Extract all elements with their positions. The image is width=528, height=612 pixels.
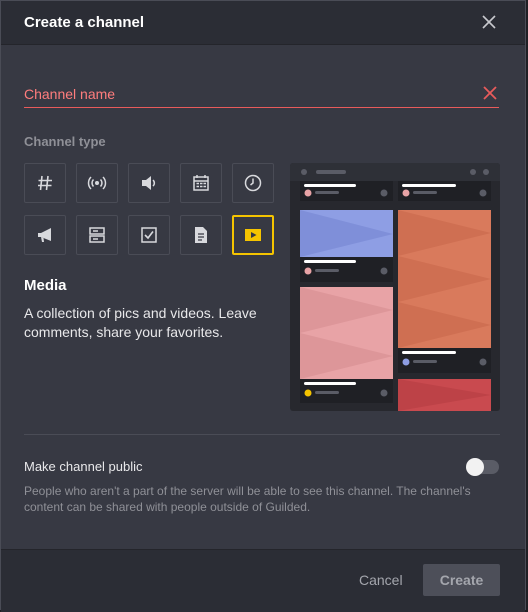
channel-type-voice-button[interactable] — [128, 163, 170, 203]
dialog-footer: Cancel Create — [1, 549, 525, 612]
clear-input-icon[interactable] — [482, 85, 498, 101]
toggle-knob — [466, 458, 484, 476]
list-icon — [89, 227, 105, 243]
media-channel-preview — [290, 163, 500, 411]
broadcast-icon — [87, 176, 107, 190]
channel-type-scheduling-button[interactable] — [232, 163, 274, 203]
close-icon[interactable] — [481, 14, 497, 30]
channel-type-docs-button[interactable] — [180, 215, 222, 255]
create-button[interactable]: Create — [423, 564, 500, 596]
selected-type-description: A collection of pics and videos. Leave c… — [24, 305, 257, 340]
channel-type-media-button[interactable] — [232, 215, 274, 255]
channel-type-chat-button[interactable] — [24, 163, 66, 203]
media-play-icon — [245, 229, 261, 241]
calendar-icon — [193, 175, 209, 191]
channel-type-list-button[interactable] — [128, 215, 170, 255]
channel-name-input[interactable] — [24, 81, 499, 108]
section-divider — [24, 434, 500, 435]
checkbox-icon — [141, 227, 157, 243]
selected-type-name: Media — [24, 277, 67, 294]
channel-type-announcements-button[interactable] — [24, 215, 66, 255]
make-public-toggle[interactable] — [466, 458, 499, 476]
make-public-description: People who aren't a part of the server w… — [24, 484, 471, 514]
cancel-button[interactable]: Cancel — [359, 572, 403, 588]
document-icon — [195, 227, 207, 243]
channel-type-stream-button[interactable] — [76, 163, 118, 203]
speaker-icon — [142, 176, 156, 190]
hash-icon — [38, 175, 52, 191]
channel-type-label: Channel type — [24, 134, 106, 149]
clock-icon — [244, 174, 262, 192]
megaphone-icon — [38, 228, 51, 242]
channel-type-forum-button[interactable] — [76, 215, 118, 255]
make-public-label: Make channel public — [24, 459, 143, 474]
dialog-title: Create a channel — [24, 14, 145, 31]
channel-type-calendar-button[interactable] — [180, 163, 222, 203]
create-channel-dialog: Create a channel Channel type Media A co… — [0, 0, 526, 612]
dialog-header: Create a channel — [1, 1, 525, 45]
